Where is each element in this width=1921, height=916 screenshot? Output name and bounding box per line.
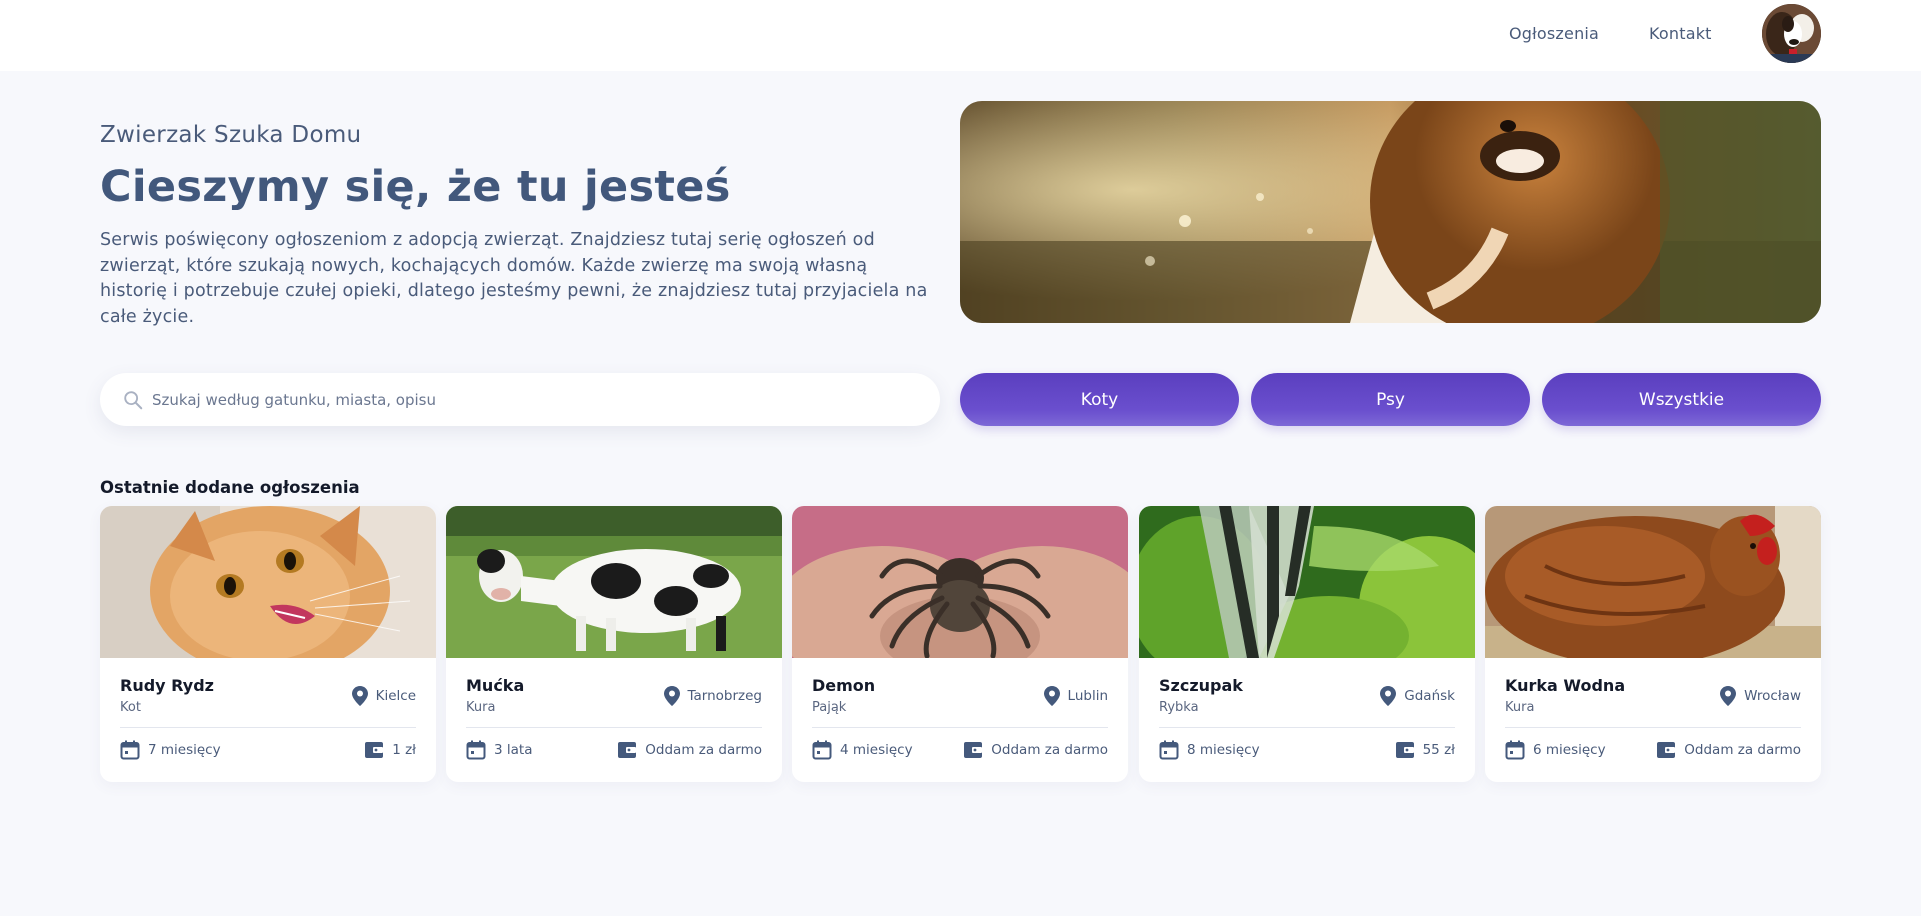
- pet-name: Demon: [812, 676, 876, 695]
- user-avatar[interactable]: [1762, 4, 1821, 63]
- pet-name: Szczupak: [1159, 676, 1243, 695]
- pet-species: Kura: [466, 700, 496, 715]
- pet-price: 55 zł: [1395, 739, 1455, 761]
- pet-age-value: 8 miesięcy: [1187, 742, 1260, 758]
- pet-location: Gdańsk: [1380, 686, 1455, 706]
- filter-button-wszystkie[interactable]: Wszystkie: [1542, 373, 1821, 426]
- page-headline: Cieszymy się, że tu jesteś: [100, 162, 731, 212]
- hero-girl-with-dog-image: [960, 101, 1821, 323]
- angelfish-photo: [1139, 506, 1475, 658]
- hen-photo: [1485, 506, 1821, 658]
- location-pin-icon: [1380, 686, 1397, 706]
- calendar-icon: [120, 740, 140, 760]
- pet-age: 8 miesięcy: [1159, 739, 1260, 761]
- pet-age-value: 3 lata: [494, 742, 533, 758]
- pet-price-value: Oddam za darmo: [645, 742, 762, 758]
- pet-location: Kielce: [351, 686, 416, 706]
- pet-age: 6 miesięcy: [1505, 739, 1606, 761]
- pet-species: Kura: [1505, 700, 1535, 715]
- pet-price: Oddam za darmo: [1656, 739, 1801, 761]
- pet-price-value: Oddam za darmo: [1684, 742, 1801, 758]
- card-divider: [466, 727, 762, 728]
- pet-city: Lublin: [1067, 688, 1108, 704]
- cat-photo: [100, 506, 436, 658]
- pet-city: Kielce: [375, 688, 416, 704]
- pet-name: Rudy Rydz: [120, 676, 214, 695]
- pet-location: Lublin: [1043, 686, 1108, 706]
- intro-paragraph: Serwis poświęcony ogłoszeniom z adopcją …: [100, 230, 928, 327]
- pet-price-value: 1 zł: [392, 742, 416, 758]
- avatar-dog-icon: [1762, 4, 1821, 63]
- listing-cards: Rudy Rydz Kot Kielce 7 miesięcy 1 zł Muć…: [100, 506, 1822, 782]
- location-pin-icon: [351, 686, 368, 706]
- wallet-icon: [1395, 742, 1414, 758]
- location-pin-icon: [663, 686, 680, 706]
- listing-card[interactable]: Szczupak Rybka Gdańsk 8 miesięcy 55 zł: [1139, 506, 1475, 782]
- search-input[interactable]: [152, 381, 922, 418]
- card-divider: [812, 727, 1108, 728]
- hero-image: [960, 101, 1821, 323]
- card-divider: [1505, 727, 1801, 728]
- wallet-icon: [618, 742, 637, 758]
- listing-photo: [792, 506, 1128, 658]
- pet-age-value: 7 miesięcy: [148, 742, 221, 758]
- location-pin-icon: [1043, 686, 1060, 706]
- pet-price: Oddam za darmo: [963, 739, 1108, 761]
- calendar-icon: [1505, 740, 1525, 760]
- pet-city: Tarnobrzeg: [687, 688, 763, 704]
- listing-photo: [446, 506, 782, 658]
- listing-card[interactable]: Kurka Wodna Kura Wrocław 6 miesięcy Odda…: [1485, 506, 1821, 782]
- listing-photo: [100, 506, 436, 658]
- calendar-icon: [466, 740, 486, 760]
- wallet-icon: [964, 742, 983, 758]
- pet-price-value: Oddam za darmo: [991, 742, 1108, 758]
- search-bar: [100, 373, 940, 426]
- pet-age-value: 6 miesięcy: [1533, 742, 1606, 758]
- section-title-recent-listings: Ostatnie dodane ogłoszenia: [100, 478, 360, 497]
- listing-card[interactable]: Rudy Rydz Kot Kielce 7 miesięcy 1 zł: [100, 506, 436, 782]
- pet-location: Tarnobrzeg: [663, 686, 763, 706]
- pet-species: Pająk: [812, 700, 847, 715]
- location-pin-icon: [1720, 686, 1737, 706]
- brand-subtitle: Zwierzak Szuka Domu: [100, 122, 362, 148]
- card-divider: [1159, 727, 1455, 728]
- pet-species: Kot: [120, 700, 141, 715]
- top-navigation-bar: Ogłoszenia Kontakt: [0, 0, 1921, 71]
- pet-price: 1 zł: [364, 739, 416, 761]
- card-divider: [120, 727, 416, 728]
- listing-photo: [1139, 506, 1475, 658]
- nav-link-ogloszenia[interactable]: Ogłoszenia: [1509, 24, 1599, 43]
- pet-price-value: 55 zł: [1422, 742, 1455, 758]
- tarantula-photo: [792, 506, 1128, 658]
- wallet-icon: [365, 742, 384, 758]
- filter-button-koty[interactable]: Koty: [960, 373, 1239, 426]
- filter-button-psy[interactable]: Psy: [1251, 373, 1530, 426]
- pet-name: Kurka Wodna: [1505, 676, 1626, 695]
- calendar-icon: [1159, 740, 1179, 760]
- pet-city: Gdańsk: [1404, 688, 1455, 704]
- pet-name: Mućka: [466, 676, 525, 695]
- pet-price: Oddam za darmo: [617, 739, 762, 761]
- wallet-icon: [1657, 742, 1676, 758]
- search-icon: [124, 391, 143, 410]
- pet-location: Wrocław: [1720, 686, 1801, 706]
- calendar-icon: [812, 740, 832, 760]
- pet-age: 4 miesięcy: [812, 739, 913, 761]
- pet-species: Rybka: [1159, 700, 1199, 715]
- nav-link-kontakt[interactable]: Kontakt: [1649, 24, 1712, 43]
- pet-city: Wrocław: [1744, 688, 1801, 704]
- listing-photo: [1485, 506, 1821, 658]
- pet-age: 3 lata: [466, 739, 532, 761]
- pet-age: 7 miesięcy: [120, 739, 221, 761]
- pet-age-value: 4 miesięcy: [840, 742, 913, 758]
- cow-photo: [446, 506, 782, 658]
- listing-card[interactable]: Demon Pająk Lublin 4 miesięcy Oddam za d…: [792, 506, 1128, 782]
- listing-card[interactable]: Mućka Kura Tarnobrzeg 3 lata Oddam za da…: [446, 506, 782, 782]
